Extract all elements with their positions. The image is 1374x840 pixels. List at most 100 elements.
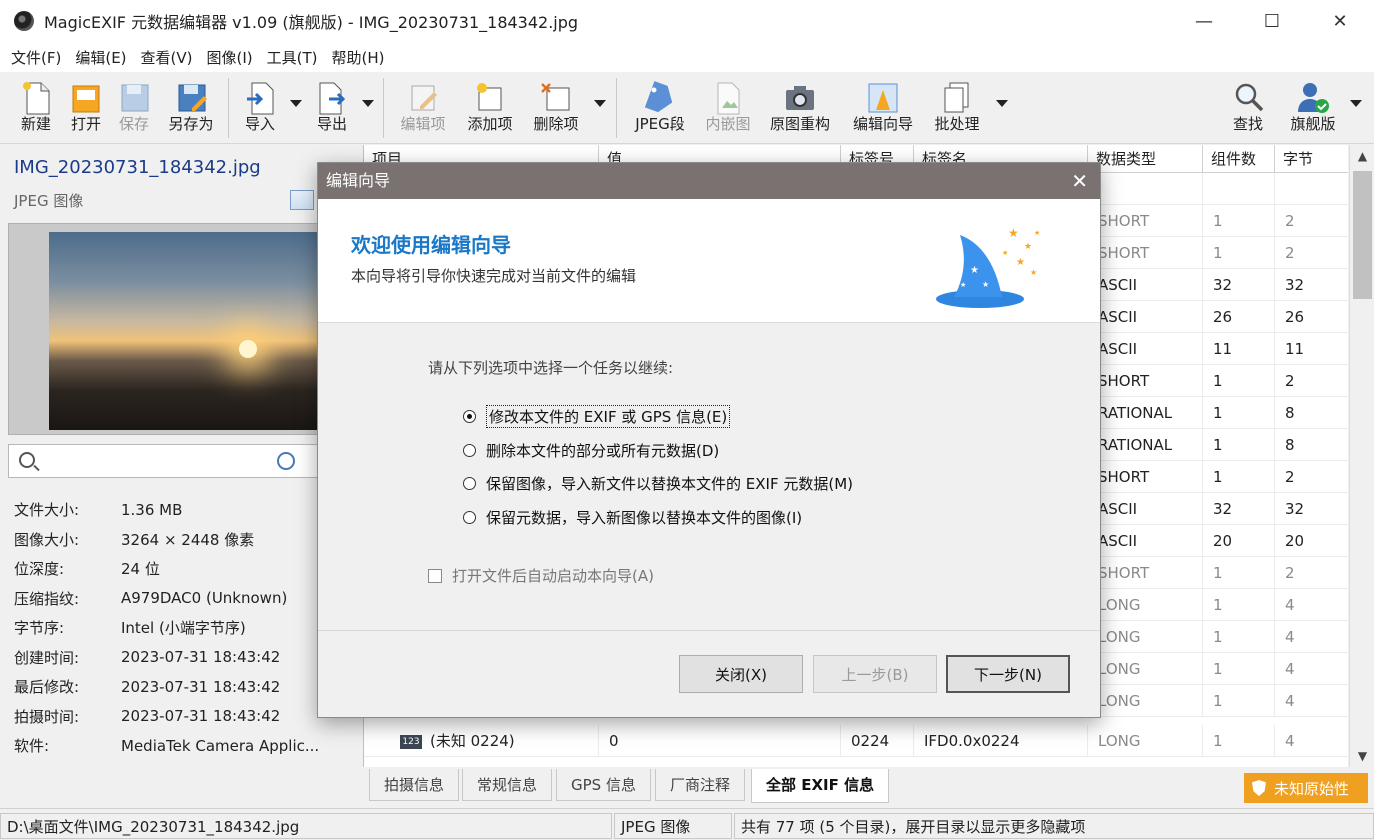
info-label: 位深度:	[14, 560, 65, 579]
search-go-icon[interactable]	[277, 452, 295, 470]
save-button[interactable]: 保存	[112, 76, 156, 140]
edition-button[interactable]: 旗舰版	[1284, 76, 1342, 140]
jpeg-segment-button[interactable]: JPEG段	[628, 76, 692, 140]
edit-wizard-button[interactable]: 编辑向导	[848, 76, 918, 140]
info-value: 1.36 MB	[121, 500, 183, 519]
option-replace-exif[interactable]: 保留图像，导入新文件以替换本文件的 EXIF 元数据(M)	[463, 471, 853, 495]
new-button[interactable]: 新建	[14, 76, 58, 140]
import-dropdown-icon[interactable]	[290, 100, 302, 107]
col-count[interactable]: 组件数	[1203, 145, 1275, 173]
menu-help[interactable]: 帮助(H)	[325, 47, 392, 68]
cell-data-type: RATIONAL	[1088, 429, 1203, 461]
menu-view[interactable]: 查看(V)	[134, 47, 200, 68]
info-label: 压缩指纹:	[14, 589, 80, 608]
option-label: 修改本文件的 EXIF 或 GPS 信息(E)	[486, 404, 731, 428]
tab-maker-notes[interactable]: 厂商注释	[655, 769, 746, 801]
delete-dropdown-icon[interactable]	[594, 100, 606, 107]
magnifier-icon	[1235, 83, 1264, 112]
tab-gps-info[interactable]: GPS 信息	[556, 769, 651, 801]
close-button[interactable]: ✕	[1306, 0, 1374, 42]
add-item-button[interactable]: 添加项	[461, 76, 519, 140]
tab-general-info[interactable]: 常规信息	[462, 769, 553, 801]
cell-count: 32	[1203, 269, 1275, 301]
edition-label: 旗舰版	[1290, 115, 1336, 133]
radio-button[interactable]	[463, 510, 476, 524]
open-button[interactable]: 打开	[64, 76, 108, 140]
table-scrollbar[interactable]: ▲ ▼	[1349, 145, 1374, 767]
menu-file[interactable]: 文件(F)	[4, 47, 68, 68]
embedded-image-button[interactable]: 内嵌图	[700, 76, 756, 140]
dialog-prompt: 请从下列选项中选择一个任务以继续:	[428, 359, 674, 377]
cell-count: 26	[1203, 301, 1275, 333]
batch-dropdown-icon[interactable]	[996, 100, 1008, 107]
cell-bytes: 11	[1275, 333, 1348, 365]
scroll-down-icon[interactable]: ▼	[1350, 745, 1374, 767]
edit-item-button[interactable]: 编辑项	[394, 76, 452, 140]
option-label: 删除本文件的部分或所有元数据(D)	[486, 441, 720, 460]
info-label: 创建时间:	[14, 648, 80, 667]
col-data-type[interactable]: 数据类型	[1088, 145, 1203, 173]
search-input[interactable]	[8, 444, 328, 478]
table-row[interactable]: 123 (未知 0224) 0 0224 IFD0.0x0224 LONG 1 4	[364, 725, 1348, 757]
info-value: 2023-07-31 18:43:42	[121, 707, 281, 726]
radio-button[interactable]	[463, 409, 476, 423]
edition-dropdown-icon[interactable]	[1350, 100, 1362, 107]
option-delete-metadata[interactable]: 删除本文件的部分或所有元数据(D)	[463, 438, 719, 462]
svg-text:★: ★	[970, 265, 979, 276]
minimize-button[interactable]: —	[1170, 0, 1238, 42]
info-value: 2023-07-31 18:43:42	[121, 677, 281, 696]
cell-data-type: RATIONAL	[1088, 397, 1203, 429]
rebuild-button[interactable]: 原图重构	[765, 76, 835, 140]
export-button[interactable]: 导出	[310, 76, 354, 140]
import-button[interactable]: 导入	[238, 76, 282, 140]
next-button[interactable]: 下一步(N)	[946, 655, 1070, 693]
status-bar: D:\桌面文件\IMG_20230731_184342.jpg JPEG 图像 …	[0, 808, 1374, 840]
info-row: 最后修改: 2023-07-31 18:43:42	[14, 672, 319, 702]
save-as-button[interactable]: 另存为	[162, 76, 220, 140]
edit-pencil-icon	[411, 85, 437, 111]
edit-wizard-label: 编辑向导	[852, 115, 913, 133]
cell-count: 1	[1203, 397, 1275, 429]
status-path: D:\桌面文件\IMG_20230731_184342.jpg	[0, 813, 612, 839]
svg-text:★: ★	[1034, 229, 1040, 237]
scroll-up-icon[interactable]: ▲	[1350, 145, 1374, 167]
title-bar: MagicEXIF 元数据编辑器 v1.09 (旗舰版) - IMG_20230…	[0, 0, 1374, 42]
export-dropdown-icon[interactable]	[362, 100, 374, 107]
maximize-button[interactable]: ☐	[1238, 0, 1306, 42]
menu-tools[interactable]: 工具(T)	[260, 47, 325, 68]
info-value: Intel (小端字节序)	[121, 619, 246, 638]
col-bytes[interactable]: 字节	[1275, 145, 1348, 173]
cell-count: 1	[1203, 557, 1275, 589]
cell-bytes: 4	[1275, 589, 1348, 621]
tab-shooting-info[interactable]: 拍摄信息	[369, 769, 460, 801]
close-dialog-button[interactable]: 关闭(X)	[679, 655, 803, 693]
info-tabs: 拍摄信息 常规信息 GPS 信息 厂商注释 全部 EXIF 信息	[363, 767, 1374, 803]
option-replace-image[interactable]: 保留元数据，导入新图像以替换本文件的图像(I)	[463, 505, 802, 529]
radio-button[interactable]	[463, 476, 476, 490]
menu-image[interactable]: 图像(I)	[200, 47, 260, 68]
cell-data-type: LONG	[1088, 653, 1203, 685]
number-type-icon: 123	[400, 734, 422, 749]
originality-badge[interactable]: 未知原始性	[1244, 773, 1368, 803]
cell-bytes: 2	[1275, 205, 1348, 237]
cell-bytes: 2	[1275, 557, 1348, 589]
dialog-close-icon[interactable]: ✕	[1071, 163, 1088, 199]
option-modify-exif[interactable]: 修改本文件的 EXIF 或 GPS 信息(E)	[463, 404, 731, 428]
option-label: 保留元数据，导入新图像以替换本文件的图像(I)	[486, 508, 803, 527]
delete-item-button[interactable]: 删除项	[527, 76, 585, 140]
image-view-icon[interactable]	[290, 190, 314, 210]
cell-bytes: 2	[1275, 461, 1348, 493]
checkbox[interactable]	[428, 568, 442, 583]
find-button[interactable]: 查找	[1226, 76, 1270, 140]
scroll-thumb[interactable]	[1353, 171, 1372, 299]
tab-all-exif[interactable]: 全部 EXIF 信息	[751, 769, 890, 803]
new-file-icon	[23, 82, 50, 115]
cell-bytes: 2	[1275, 237, 1348, 269]
previous-button[interactable]: 上一步(B)	[813, 655, 937, 693]
radio-button[interactable]	[463, 443, 476, 457]
cell-bytes: 8	[1275, 429, 1348, 461]
menu-edit[interactable]: 编辑(E)	[68, 47, 133, 68]
auto-start-checkbox[interactable]: 打开文件后自动启动本向导(A)	[428, 565, 654, 586]
batch-button[interactable]: 批处理	[928, 76, 986, 140]
sun-glow	[239, 340, 257, 358]
